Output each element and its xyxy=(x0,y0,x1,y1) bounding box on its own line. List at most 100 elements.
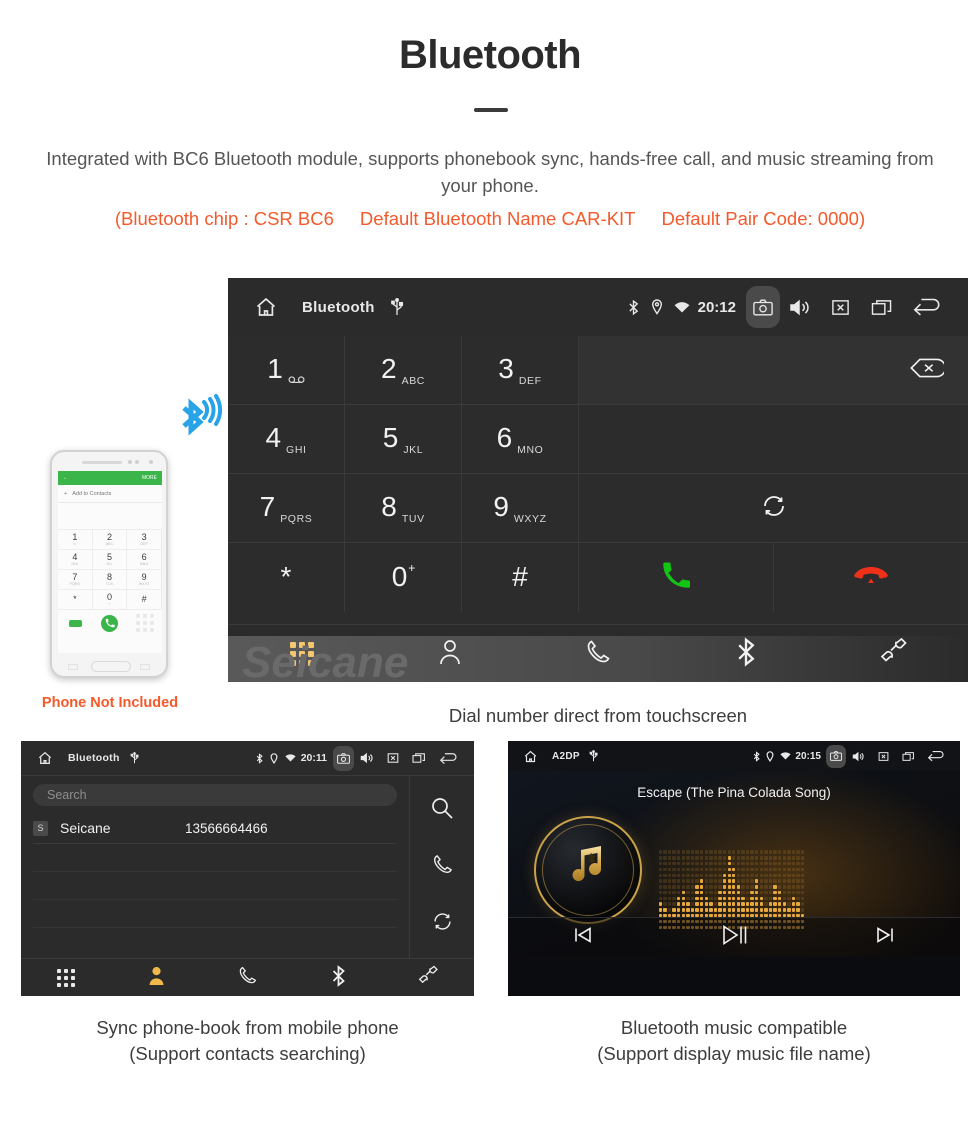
key-letters: TUV xyxy=(401,513,425,525)
tab-pair[interactable] xyxy=(820,637,968,672)
camera-icon[interactable] xyxy=(333,745,354,771)
play-pause-icon xyxy=(721,923,748,952)
phone-speaker xyxy=(82,461,122,464)
phone-add-contact-label: Add to Contacts xyxy=(72,490,112,497)
key-hash[interactable]: # xyxy=(462,543,579,612)
contact-number: 13566664466 xyxy=(185,820,268,836)
recents-icon[interactable] xyxy=(860,298,904,317)
contacts-icon xyxy=(147,965,166,991)
tab-bluetooth[interactable] xyxy=(293,964,384,992)
phone-call-button xyxy=(101,614,119,632)
usb-icon xyxy=(375,298,419,316)
volume-icon[interactable] xyxy=(354,752,380,764)
dialer-blank-area xyxy=(579,405,968,473)
search-input[interactable]: Search xyxy=(33,784,397,806)
phonebook-caption-line2: (Support contacts searching) xyxy=(129,1043,366,1064)
mute-icon[interactable] xyxy=(380,752,405,764)
key-4[interactable]: 4 GHI xyxy=(228,405,345,473)
home-icon[interactable] xyxy=(518,749,542,764)
previous-track-button[interactable] xyxy=(508,925,659,950)
tab-contacts[interactable] xyxy=(112,965,203,991)
recents-icon[interactable] xyxy=(895,751,922,762)
bluetooth-icon xyxy=(736,636,756,672)
phone-back-key xyxy=(140,664,150,670)
phone-camera xyxy=(149,460,153,464)
phone-key: 7 PQRS xyxy=(58,570,93,590)
back-icon[interactable] xyxy=(904,297,950,317)
phonebook-caption-line1: Sync phone-book from mobile phone xyxy=(96,1017,399,1038)
key-2[interactable]: 2 ABC xyxy=(345,336,462,404)
key-8[interactable]: 8 TUV xyxy=(345,474,462,542)
avatar: S xyxy=(33,820,48,836)
music-controls xyxy=(508,917,960,957)
list-item[interactable]: S Seicane 13566664466 xyxy=(33,813,397,844)
key-digit: * xyxy=(280,560,292,592)
key-1[interactable]: 1 xyxy=(228,336,345,404)
key-3[interactable]: 3 DEF xyxy=(462,336,579,404)
bluetooth-icon xyxy=(253,752,267,764)
wifi-icon xyxy=(777,752,793,760)
music-status-bar: A2DP 20:15 xyxy=(508,741,960,771)
key-7[interactable]: 7 PQRS xyxy=(228,474,345,542)
mute-icon[interactable] xyxy=(820,298,860,317)
mute-icon[interactable] xyxy=(871,751,895,762)
search-icon[interactable] xyxy=(430,796,454,825)
call-button[interactable] xyxy=(579,543,774,612)
music-title: A2DP xyxy=(552,750,580,762)
tab-call-log[interactable] xyxy=(524,638,672,671)
key-letters: MNO xyxy=(517,444,544,456)
phone-icon[interactable] xyxy=(431,853,454,881)
bluetooth-icon xyxy=(623,299,645,316)
recents-icon[interactable] xyxy=(405,752,433,764)
call-icon xyxy=(661,560,691,595)
key-9[interactable]: 9 WXYZ xyxy=(462,474,579,542)
phone-video-call-icon xyxy=(68,619,82,627)
link-icon xyxy=(880,637,908,672)
phone-home-key xyxy=(91,661,131,672)
phonebook-action-rail xyxy=(410,776,474,958)
tab-bluetooth[interactable] xyxy=(672,636,820,672)
back-icon[interactable] xyxy=(433,752,463,765)
phone-keypad: 1 ∞ 2 ABC 3 DEF 4 GHI 5 JKL 6 MNO 7 PQRS 8 TUV 9… xyxy=(58,530,162,610)
volume-icon[interactable] xyxy=(846,751,871,762)
key-0[interactable]: 0 + xyxy=(345,543,462,612)
page-root: Bluetooth Integrated with BC6 Bluetooth … xyxy=(0,0,980,1129)
phonebook-tab-bar xyxy=(21,958,474,996)
phonebook-status-bar: Bluetooth 20:11 xyxy=(21,741,474,775)
home-icon[interactable] xyxy=(246,295,286,319)
number-input[interactable] xyxy=(579,336,968,404)
home-icon[interactable] xyxy=(32,750,58,766)
equalizer-visualizer xyxy=(658,819,890,929)
tab-call-log[interactable] xyxy=(202,965,293,991)
key-plus: + xyxy=(408,560,416,575)
tab-pair[interactable] xyxy=(383,965,474,992)
spec-name: Default Bluetooth Name CAR-KIT xyxy=(359,208,636,229)
camera-icon[interactable] xyxy=(746,286,780,328)
phonebook-screen: Bluetooth 20:11 Search S Seicane 1356666… xyxy=(21,741,474,996)
key-letters: PQRS xyxy=(280,513,313,525)
tab-keypad[interactable] xyxy=(21,969,112,987)
volume-icon[interactable] xyxy=(780,298,820,317)
sync-button[interactable] xyxy=(579,474,968,542)
key-letters: WXYZ xyxy=(513,513,547,525)
sync-icon[interactable] xyxy=(431,910,454,938)
key-letters: DEF xyxy=(518,375,542,387)
backspace-icon[interactable] xyxy=(908,356,947,385)
bluetooth-icon xyxy=(331,964,346,992)
key-5[interactable]: 5 JKL xyxy=(345,405,462,473)
back-icon[interactable] xyxy=(922,750,950,762)
phone-sensor xyxy=(128,460,132,464)
key-digit: 9 xyxy=(493,491,509,522)
location-icon xyxy=(267,752,282,764)
hangup-icon xyxy=(853,564,889,591)
next-track-button[interactable] xyxy=(809,925,960,950)
dialer-screen: Bluetooth 20:12 1 2 ABC 3 DEF 4 GHI 5 JK… xyxy=(228,278,968,682)
location-icon xyxy=(763,750,777,762)
key-star[interactable]: * xyxy=(228,543,345,612)
page-title: Bluetooth xyxy=(398,33,582,77)
camera-icon[interactable] xyxy=(826,744,846,768)
key-6[interactable]: 6 MNO xyxy=(462,405,579,473)
hangup-button[interactable] xyxy=(774,543,968,612)
key-digit: 8 xyxy=(381,491,397,522)
play-pause-button[interactable] xyxy=(659,923,810,952)
